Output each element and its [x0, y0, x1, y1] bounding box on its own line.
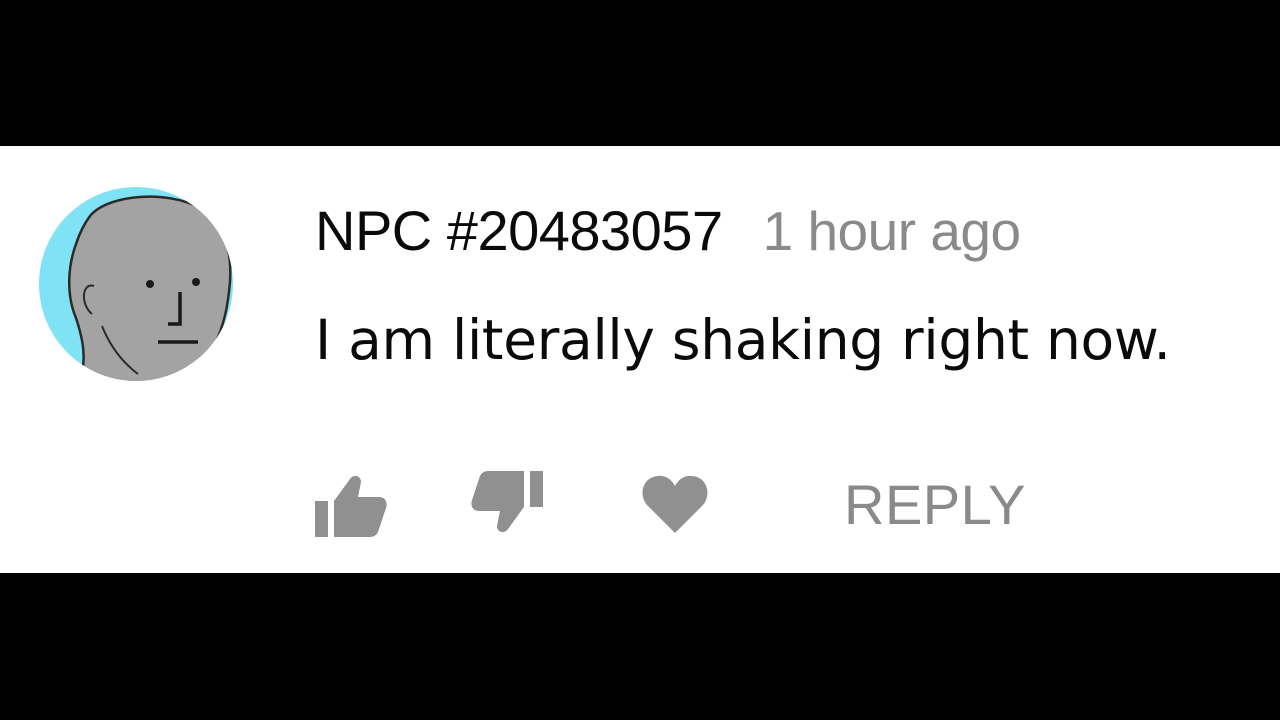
thumbs-down-icon: [470, 469, 546, 539]
comment-action-bar: REPLY: [312, 464, 1072, 544]
comment-panel: NPC #20483057 1 hour ago I am literally …: [0, 146, 1280, 573]
avatar[interactable]: [38, 186, 234, 382]
comment-timestamp[interactable]: 1 hour ago: [763, 199, 1022, 263]
comment-header: NPC #20483057 1 hour ago: [315, 198, 1021, 268]
comment-body: I am literally shaking right now.: [315, 308, 1171, 372]
like-button[interactable]: [312, 464, 392, 544]
thumbs-up-icon: [312, 469, 388, 539]
reply-button[interactable]: REPLY: [844, 464, 1026, 544]
npc-face-icon: [39, 187, 233, 381]
author-name[interactable]: NPC #20483057: [315, 198, 723, 263]
dislike-button[interactable]: [470, 464, 550, 544]
letterbox-top: [0, 0, 1280, 146]
letterbox-bottom: [0, 573, 1280, 720]
heart-icon: [640, 473, 710, 535]
heart-button[interactable]: [640, 464, 712, 544]
